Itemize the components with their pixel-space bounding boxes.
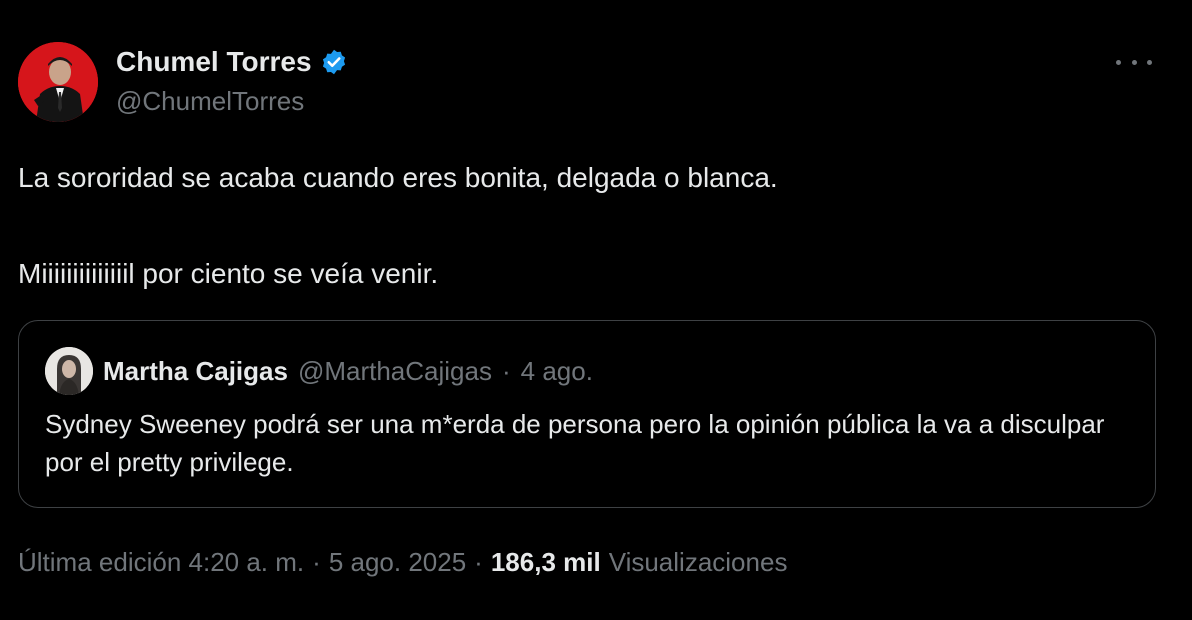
tweet: Chumel Torres @ChumelTorres La sororidad… — [0, 0, 1192, 620]
quoted-tweet[interactable]: Martha Cajigas @MarthaCajigas · 4 ago. S… — [18, 320, 1156, 508]
edited-timestamp[interactable]: Última edición 4:20 a. m. — [18, 544, 304, 580]
author-info: Chumel Torres @ChumelTorres — [116, 44, 348, 118]
tweet-text-line-2: Miiiiiiiiiiiiiil por ciento se veía veni… — [18, 258, 439, 289]
avatar-image — [18, 42, 98, 122]
quoted-author-handle: @MarthaCajigas — [297, 355, 492, 386]
quoted-separator: · — [501, 355, 511, 386]
tweet-date[interactable]: 5 ago. 2025 — [329, 544, 466, 580]
more-dot — [1147, 59, 1152, 65]
tweet-meta: Última edición 4:20 a. m. · 5 ago. 2025 … — [18, 544, 787, 580]
author-name-row: Chumel Torres — [116, 44, 348, 80]
more-dot — [1116, 59, 1121, 65]
quoted-avatar-image — [45, 347, 93, 395]
author-avatar[interactable] — [18, 42, 98, 122]
more-dot — [1131, 59, 1137, 65]
views-count: 186,3 mil — [490, 547, 601, 577]
quoted-tweet-text: Sydney Sweeney podrá ser una m*erda de p… — [45, 409, 1105, 477]
quoted-tweet-header: Martha Cajigas @MarthaCajigas · 4 ago. — [45, 347, 593, 395]
quoted-date: 4 ago. — [520, 355, 593, 386]
quoted-author-avatar — [45, 347, 93, 395]
quoted-author-name: Martha Cajigas — [103, 355, 288, 386]
meta-separator: · — [474, 547, 483, 577]
more-options-icon[interactable] — [1116, 50, 1152, 74]
author-display-name[interactable]: Chumel Torres — [116, 44, 312, 80]
verified-badge-icon[interactable] — [320, 48, 348, 76]
tweet-text-line-1: La sororidad se acaba cuando eres bonita… — [18, 162, 778, 193]
meta-separator: · — [312, 547, 321, 577]
author-handle[interactable]: @ChumelTorres — [116, 84, 348, 118]
views-label: Visualizaciones — [608, 547, 788, 577]
